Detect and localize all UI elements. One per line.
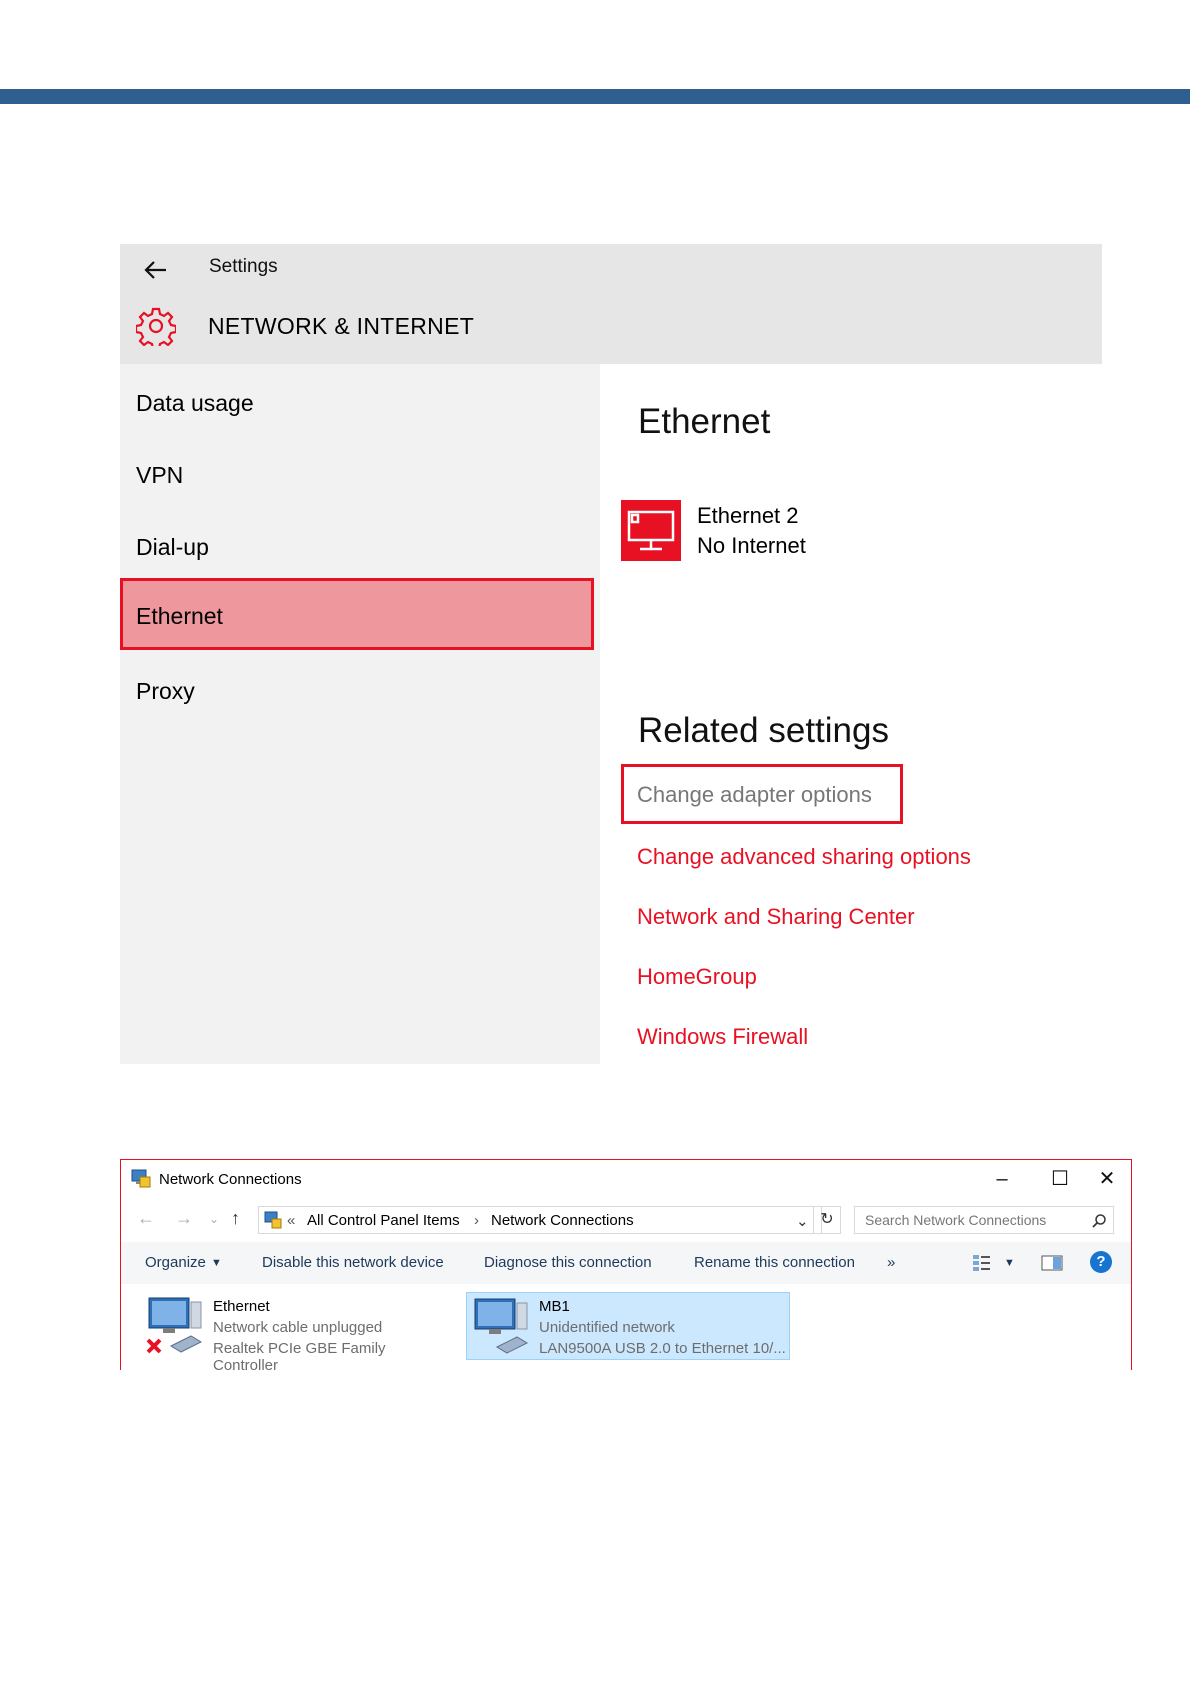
forward-nav-icon[interactable]: → bbox=[175, 1208, 193, 1229]
search-placeholder: Search Network Connections bbox=[865, 1212, 1047, 1228]
settings-header: Settings NETWORK & INTERNET bbox=[120, 244, 1102, 364]
change-advanced-sharing-link[interactable]: Change advanced sharing options bbox=[637, 844, 971, 870]
close-button[interactable]: ✕ bbox=[1087, 1162, 1127, 1196]
rename-button[interactable]: Rename this connection bbox=[694, 1254, 855, 1271]
nav-item-proxy[interactable]: Proxy bbox=[136, 678, 195, 705]
network-sharing-center-link[interactable]: Network and Sharing Center bbox=[637, 904, 915, 930]
nav-item-ethernet-label: Ethernet bbox=[136, 603, 223, 629]
address-dropdown-icon[interactable]: ⌄ bbox=[796, 1212, 809, 1230]
organize-button[interactable]: Organize bbox=[145, 1254, 206, 1271]
connection-status: No Internet bbox=[697, 533, 806, 558]
ethernet-monitor-icon[interactable] bbox=[621, 500, 681, 561]
breadcrumb-network-connections[interactable]: Network Connections bbox=[491, 1212, 634, 1229]
help-icon[interactable]: ? bbox=[1090, 1251, 1112, 1273]
item-status: Network cable unplugged bbox=[213, 1319, 383, 1336]
change-view-icon[interactable] bbox=[972, 1254, 992, 1272]
document-header-bar bbox=[0, 89, 1190, 104]
diagnose-button[interactable]: Diagnose this connection bbox=[484, 1254, 652, 1271]
disable-device-button[interactable]: Disable this network device bbox=[262, 1254, 444, 1271]
windows-firewall-link[interactable]: Windows Firewall bbox=[637, 1024, 808, 1050]
nav-item-vpn[interactable]: VPN bbox=[136, 462, 183, 489]
refresh-icon[interactable]: ↻ bbox=[813, 1206, 841, 1234]
view-dropdown-icon[interactable]: ▼ bbox=[1004, 1257, 1015, 1269]
item-name: MB1 bbox=[539, 1298, 570, 1315]
change-adapter-options-link[interactable]: Change adapter options bbox=[621, 764, 903, 824]
change-adapter-options-label: Change adapter options bbox=[637, 782, 872, 807]
related-settings-heading: Related settings bbox=[638, 711, 889, 750]
connection-item-mb1[interactable]: MB1 Unidentified network LAN9500A USB 2.… bbox=[466, 1292, 790, 1360]
recent-locations-icon[interactable]: ⌄ bbox=[209, 1212, 219, 1226]
nav-item-dial-up[interactable]: Dial-up bbox=[136, 534, 209, 561]
nav-item-data-usage[interactable]: Data usage bbox=[136, 390, 254, 417]
gear-icon bbox=[136, 307, 176, 346]
minimize-button[interactable]: – bbox=[982, 1162, 1022, 1196]
network-adapter-disconnected-icon bbox=[146, 1297, 203, 1354]
homegroup-link[interactable]: HomeGroup bbox=[637, 964, 757, 990]
more-commands-button[interactable]: » bbox=[887, 1254, 895, 1271]
search-input[interactable]: Search Network Connections bbox=[854, 1206, 1114, 1234]
item-device: LAN9500A USB 2.0 to Ethernet 10/... bbox=[539, 1340, 786, 1357]
section-title: NETWORK & INTERNET bbox=[208, 313, 475, 339]
breadcrumb-separator-icon: › bbox=[474, 1212, 479, 1229]
settings-sidebar: Data usage VPN Dial-up Ethernet Proxy bbox=[120, 364, 600, 1064]
address-bar[interactable]: « All Control Panel Items › Network Conn… bbox=[258, 1206, 822, 1234]
settings-content: Ethernet Ethernet 2 No Internet Related … bbox=[600, 364, 1102, 1064]
search-icon[interactable] bbox=[1091, 1213, 1107, 1229]
network-adapter-icon bbox=[474, 1298, 529, 1354]
item-name: Ethernet bbox=[213, 1298, 270, 1315]
breadcrumb-control-panel[interactable]: All Control Panel Items bbox=[307, 1212, 460, 1229]
organize-dropdown-icon[interactable]: ▼ bbox=[211, 1257, 222, 1269]
connection-item-ethernet[interactable]: Ethernet Network cable unplugged Realtek… bbox=[141, 1292, 447, 1374]
maximize-button[interactable]: ☐ bbox=[1040, 1162, 1080, 1196]
control-panel-icon bbox=[264, 1211, 282, 1229]
nav-item-ethernet[interactable]: Ethernet bbox=[120, 578, 594, 650]
up-nav-icon[interactable]: ↑ bbox=[231, 1208, 240, 1229]
item-status: Unidentified network bbox=[539, 1319, 675, 1336]
network-connections-icon bbox=[131, 1169, 151, 1188]
preview-pane-icon[interactable] bbox=[1041, 1255, 1063, 1271]
settings-window-title: Settings bbox=[209, 256, 278, 277]
network-connections-window: Network Connections – ☐ ✕ ← → ⌄ ↑ « All … bbox=[120, 1159, 1132, 1374]
item-device: Realtek PCIe GBE Family Controller bbox=[213, 1340, 386, 1374]
breadcrumb-overflow-icon[interactable]: « bbox=[287, 1212, 295, 1229]
settings-window: Settings NETWORK & INTERNET Data usage V… bbox=[120, 244, 1102, 1064]
back-nav-icon[interactable]: ← bbox=[137, 1208, 155, 1229]
address-row: ← → ⌄ ↑ « All Control Panel Items › Netw… bbox=[121, 1204, 1131, 1240]
command-bar: Organize ▼ Disable this network device D… bbox=[121, 1242, 1131, 1284]
connection-name[interactable]: Ethernet 2 bbox=[697, 503, 799, 529]
ethernet-heading: Ethernet bbox=[638, 402, 771, 441]
nc-window-title: Network Connections bbox=[159, 1171, 302, 1188]
back-arrow-icon[interactable] bbox=[142, 256, 170, 284]
